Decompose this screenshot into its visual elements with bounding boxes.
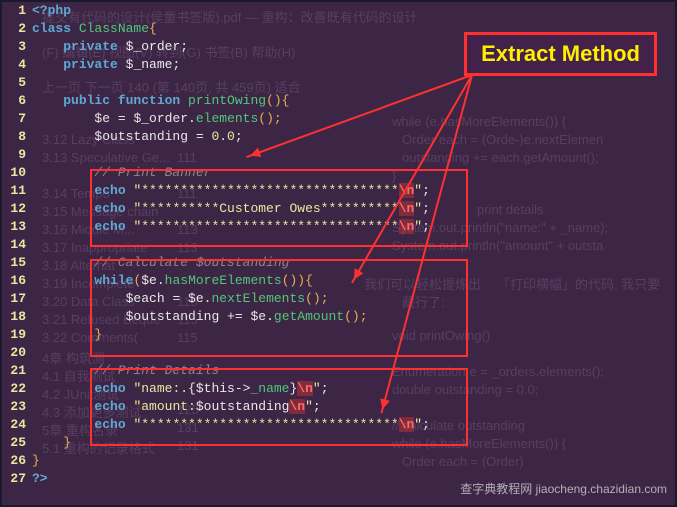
line-number: 27 <box>2 470 32 488</box>
line-number: 21 <box>2 362 32 380</box>
code-line[interactable]: // Print Banner <box>32 164 675 182</box>
code-line[interactable]: echo "*********************************\… <box>32 416 675 434</box>
code-line[interactable]: echo "*********************************\… <box>32 218 675 236</box>
line-number: 24 <box>2 416 32 434</box>
line-number: 16 <box>2 272 32 290</box>
line-number: 8 <box>2 128 32 146</box>
line-number: 9 <box>2 146 32 164</box>
line-number: 26 <box>2 452 32 470</box>
line-number: 18 <box>2 308 32 326</box>
line-number-gutter: 1234567891011121314151617181920212223242… <box>2 2 32 505</box>
line-number: 11 <box>2 182 32 200</box>
extract-method-label: Extract Method <box>464 32 657 76</box>
line-number: 13 <box>2 218 32 236</box>
code-line[interactable]: } <box>32 326 675 344</box>
code-line[interactable] <box>32 74 675 92</box>
line-number: 25 <box>2 434 32 452</box>
line-number: 3 <box>2 38 32 56</box>
code-line[interactable]: <?php <box>32 2 675 20</box>
code-line[interactable]: } <box>32 434 675 452</box>
code-line[interactable] <box>32 146 675 164</box>
code-line[interactable]: echo "**********Customer Owes**********\… <box>32 200 675 218</box>
line-number: 4 <box>2 56 32 74</box>
code-line[interactable]: // Print Details <box>32 362 675 380</box>
code-line[interactable]: echo "name:.{$this->_name}\n"; <box>32 380 675 398</box>
line-number: 19 <box>2 326 32 344</box>
line-number: 23 <box>2 398 32 416</box>
line-number: 1 <box>2 2 32 20</box>
line-number: 7 <box>2 110 32 128</box>
line-number: 12 <box>2 200 32 218</box>
watermark: 查字典教程网 jiaocheng.chazidian.com <box>460 480 667 497</box>
code-line[interactable]: $outstanding += $e.getAmount(); <box>32 308 675 326</box>
code-line[interactable]: $outstanding = 0.0; <box>32 128 675 146</box>
code-line[interactable]: } <box>32 452 675 470</box>
line-number: 10 <box>2 164 32 182</box>
line-number: 6 <box>2 92 32 110</box>
code-line[interactable] <box>32 236 675 254</box>
line-number: 2 <box>2 20 32 38</box>
line-number: 5 <box>2 74 32 92</box>
line-number: 17 <box>2 290 32 308</box>
code-line[interactable]: $each = $e.nextElements(); <box>32 290 675 308</box>
code-line[interactable] <box>32 344 675 362</box>
code-line[interactable]: echo "amount:$outstanding\n"; <box>32 398 675 416</box>
line-number: 14 <box>2 236 32 254</box>
line-number: 20 <box>2 344 32 362</box>
code-line[interactable]: public function printOwing(){ <box>32 92 675 110</box>
code-line[interactable]: echo "*********************************\… <box>32 182 675 200</box>
line-number: 15 <box>2 254 32 272</box>
line-number: 22 <box>2 380 32 398</box>
